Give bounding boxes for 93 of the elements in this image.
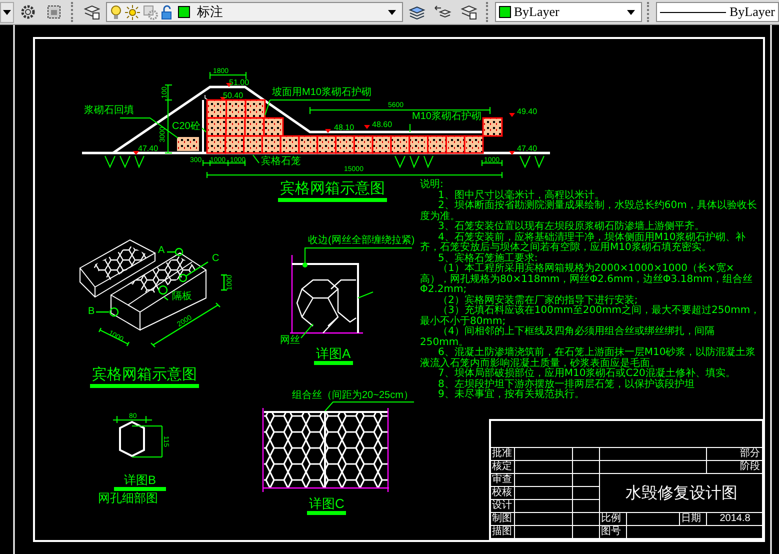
title-block-cell (573, 487, 600, 500)
title-block-cell (515, 513, 573, 526)
leader-dot (302, 262, 308, 268)
row-label: 描图 (491, 526, 515, 539)
elevation-text: 50.40 (223, 92, 244, 100)
leader-line (252, 154, 260, 164)
row-label: 设计 (491, 500, 515, 513)
color-swatch (498, 6, 511, 18)
layers-arrow-icon (434, 4, 452, 20)
gear-icon (142, 4, 158, 20)
callout-text: C20砼 (172, 122, 200, 132)
color-value: ByLayer (514, 4, 560, 20)
callout-text: 宾格石笼 (261, 157, 301, 167)
callout-text: 组合丝（间距为20~25cm） (292, 391, 414, 401)
callout-text: C (212, 254, 220, 264)
callout-text: 隔板 (172, 292, 192, 302)
note-text: 9、未尽事宜，按有关规范执行。 (437, 390, 586, 400)
stacked-layers-icon (408, 4, 426, 20)
note-text: 1、图中尺寸以毫米计，高程以米计。 (437, 190, 606, 200)
elevation-text: 49.40 (517, 108, 538, 116)
row-label: 批准 (491, 448, 515, 461)
note-text: 2、坝体断面按省勘测院测量成果绘制，水毁总长约60m，具体以验收长度为准。 (420, 201, 758, 222)
field-label: 部分 (707, 448, 763, 461)
callout-text: 网丝 (280, 336, 300, 346)
title-block-cell (573, 461, 600, 474)
callout-text: M10浆砌石护砌 (412, 112, 482, 122)
caret-icon (627, 10, 636, 14)
title-block-cell (627, 513, 680, 526)
row-label: 校核 (491, 487, 515, 500)
note-text: 3、石笼安装位置以现有左坝段原浆砌石防渗墙上游侧平齐。 (437, 222, 705, 232)
settings-icon (20, 4, 36, 20)
title-block-cell (515, 461, 573, 474)
elevation-text: 48.10 (334, 124, 354, 132)
elevation-text: 47.40 (138, 145, 158, 153)
color-dropdown[interactable]: ByLayer (494, 2, 642, 22)
line-sample-icon (660, 10, 726, 14)
elevation-text: 47.40 (517, 145, 538, 153)
callout-text: A (158, 246, 165, 256)
drawing-title: 详图B (114, 474, 166, 491)
leader-line (300, 324, 314, 338)
drawing-title: 详图C (307, 497, 346, 515)
drawing-title: 详图A (314, 347, 353, 365)
title-block-cell (515, 474, 573, 487)
note-text: （4）间相邻的上下框线及四角必须用组合丝或绑丝绑扎，间隔250mm。 (420, 327, 714, 348)
layers-icon (82, 4, 101, 20)
note-text: 8、左坝段护坦下游亦摆放一排两层石笼，以保护该段护坦 (437, 380, 696, 390)
dropdown-button[interactable] (0, 2, 14, 22)
drawing-name: 水毁修复设计图 (600, 474, 763, 513)
note-text: 7、坝体局部破损部位，应用M10浆砌石或C20混凝土修补、填实。 (437, 369, 736, 379)
title-block-cell (515, 500, 573, 513)
note-text: （1）本工程所采用宾格网箱规格为2000×1000×1000（长×宽×高），网孔规格为80×118mm，网丝Φ2.6mm，边丝Φ3.18mm，组合丝Φ2.2mm; (420, 264, 754, 295)
elevation-text: 51.00 (229, 79, 250, 87)
field-label: 比例 (600, 513, 627, 526)
leader-line (358, 292, 374, 298)
layers-icon (460, 4, 478, 20)
title-block-cell (515, 487, 573, 500)
frame-icon (46, 4, 62, 20)
caret-icon (2, 10, 11, 14)
note-text: 4、石笼安装前，应将基础清理干净，坝体侧面用M10浆砌石护砌、补齐，石笼安放后与坝体之间若有空隙，应用M10浆砌石填充密实。 (420, 232, 747, 253)
elevation-text: 48.60 (372, 121, 392, 129)
leader-line (202, 128, 206, 132)
title-block-cell (573, 474, 600, 487)
drawing-title: 宾格网箱示意图 (278, 181, 387, 202)
row-label: 核定 (491, 461, 515, 474)
field-label: 日期 (680, 513, 707, 526)
note-text: （2）宾格网安装需在厂家的指导下进行安装; (437, 296, 638, 306)
callout-text: 收边(网丝全部缠绕拉紧) (308, 236, 415, 246)
note-text: 6、混凝土防渗墙浇筑前，在石笼上游面抹一层M10砂浆，以防混凝土浆液流入石笼内而影响混凝土质量，砂浆表面应是毛面。 (420, 348, 757, 368)
note-text: 5、宾格石笼施工要求: (437, 254, 538, 264)
notes-heading: 说明: (420, 180, 444, 190)
layer-name: 标注 (196, 4, 224, 21)
title-block-cell (515, 448, 573, 461)
date-value: 2014.8 (707, 513, 763, 526)
field-label: 阶段 (707, 461, 763, 474)
title-block-cell (573, 500, 600, 513)
field-label: 图号 (600, 526, 627, 539)
callout-text: 浆砌石回填 (84, 106, 134, 116)
title-block-cell (573, 513, 600, 526)
note-text: （3）充填石料应该在100mm至200mm之间，最大不要超过250mm，最小不小于80mm; (420, 306, 762, 326)
row-label: 审查 (491, 474, 515, 487)
color-swatch (178, 6, 190, 18)
linetype-dropdown[interactable]: ByLayer (656, 2, 779, 22)
callout-text: 坡面用M10浆砌石护砌 (272, 88, 372, 98)
title-block-cell (573, 448, 600, 461)
linetype-value: ByLayer (729, 4, 775, 20)
callout-text: B (88, 307, 95, 317)
layer-dropdown[interactable]: 标注 (106, 2, 404, 22)
row-label: 制图 (491, 513, 515, 526)
lightbulb-icon (110, 4, 122, 20)
drawing-title: 宾格网箱示意图 (90, 367, 199, 388)
drawing-subtitle: 网孔细部图 (98, 492, 158, 504)
sun-icon (124, 4, 140, 20)
caret-icon (388, 10, 396, 14)
